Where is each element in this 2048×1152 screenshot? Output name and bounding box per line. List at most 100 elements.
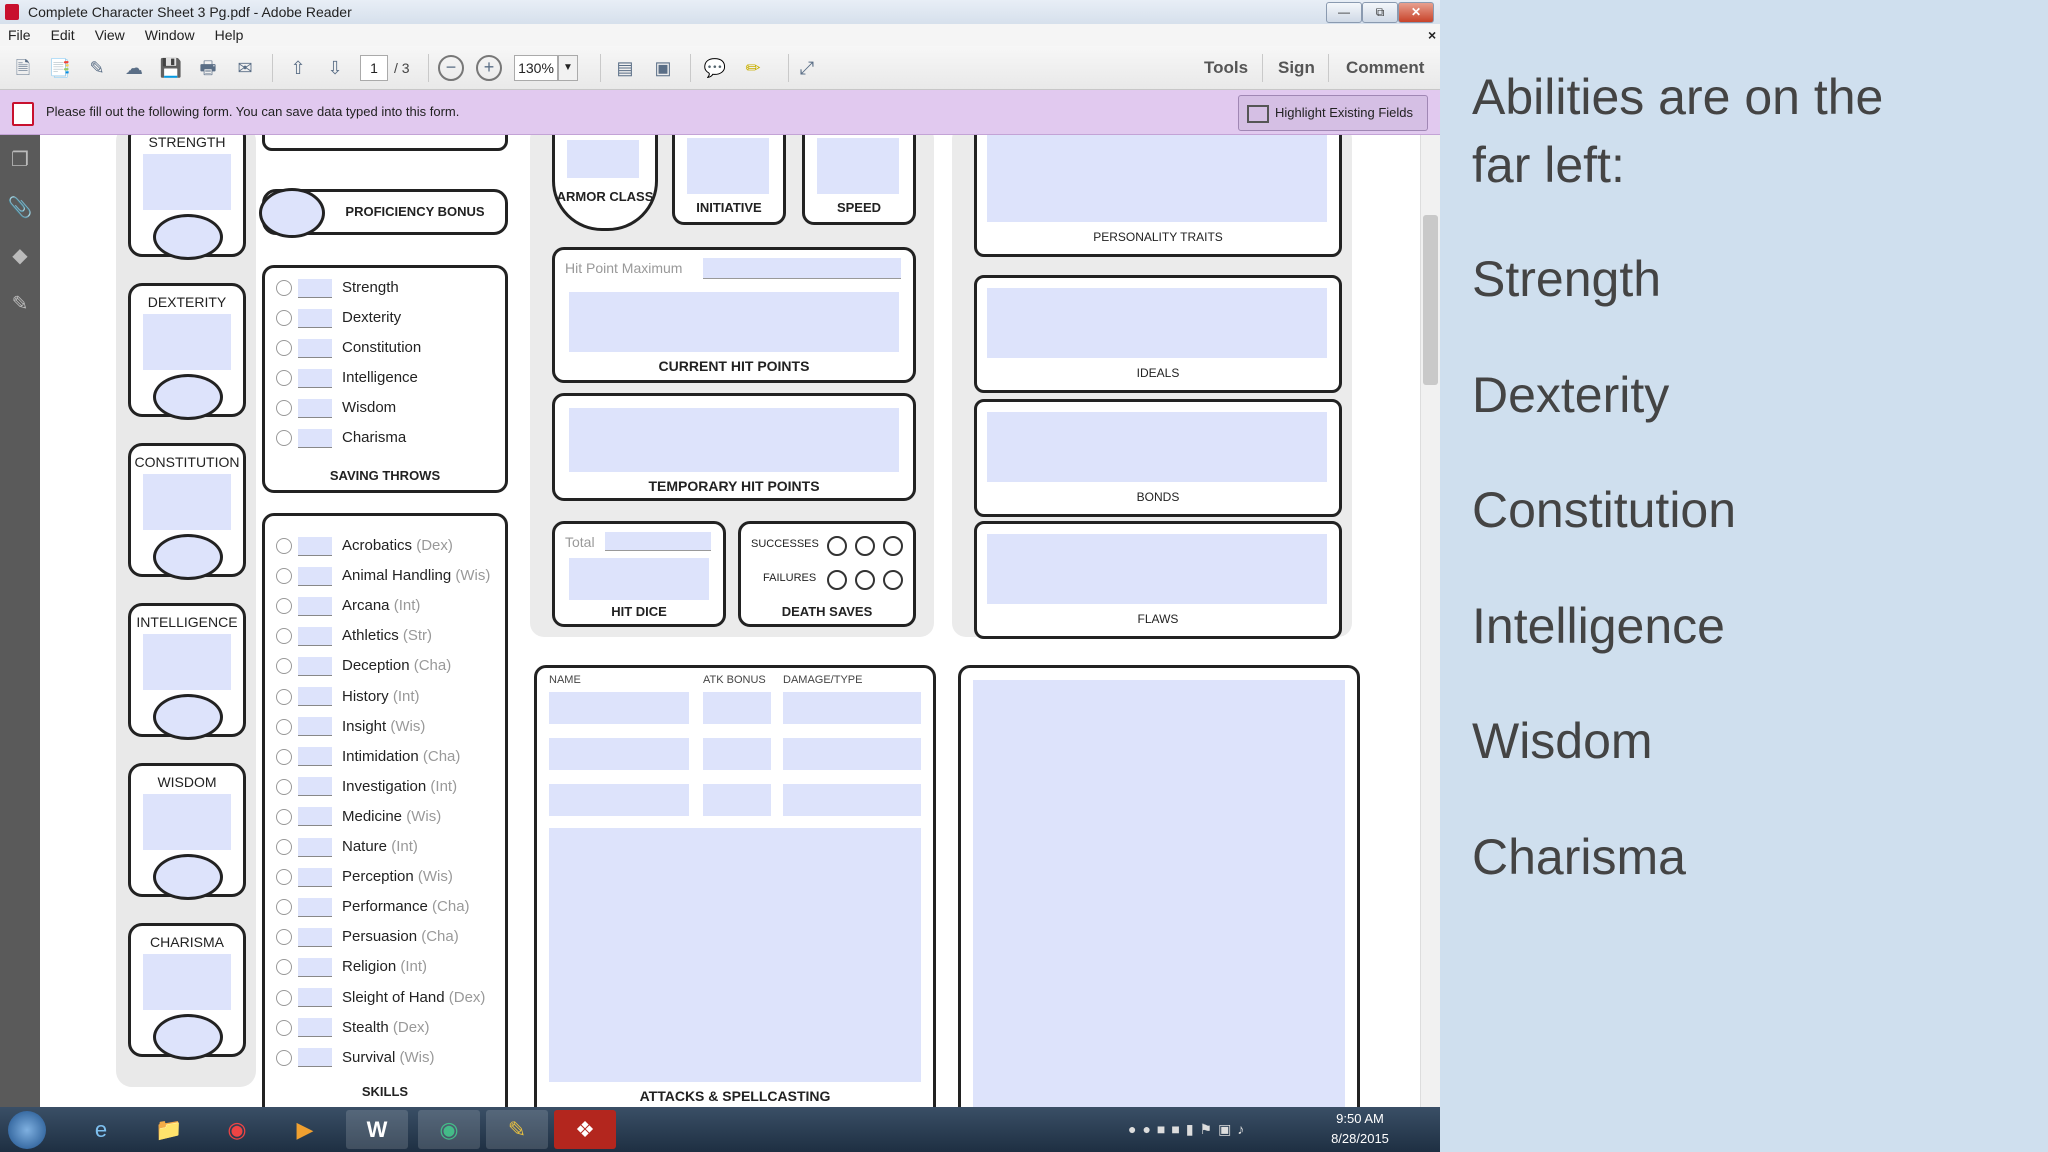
attachments-icon[interactable]: 📎 [7, 195, 33, 221]
skill-value-field[interactable] [298, 626, 332, 646]
email-icon[interactable]: ✉ [232, 55, 258, 81]
saving-throw-charisma[interactable]: Charisma [276, 427, 406, 449]
restore-button[interactable]: ⧉ [1362, 2, 1398, 23]
proficiency-radio[interactable] [276, 370, 292, 387]
skill-value-field[interactable] [298, 988, 332, 1008]
highlight-icon[interactable]: ✏ [740, 55, 766, 81]
skill-nature[interactable]: Nature (Int) [276, 836, 418, 858]
proficiency-radio[interactable] [276, 839, 292, 856]
skill-value-field[interactable] [298, 596, 332, 616]
attack-2-name[interactable] [549, 738, 689, 770]
close-button[interactable]: ✕ [1398, 2, 1434, 23]
sign-button[interactable]: Sign [1278, 58, 1315, 78]
ability-score-field[interactable] [143, 314, 231, 370]
speed-field[interactable] [817, 138, 899, 194]
proficiency-radio[interactable] [276, 1019, 292, 1036]
zoom-level-input[interactable]: 130% [514, 55, 558, 81]
skill-arcana[interactable]: Arcana (Int) [276, 595, 420, 617]
skill-religion[interactable]: Religion (Int) [276, 956, 427, 978]
ability-modifier-field[interactable] [153, 534, 223, 580]
proficiency-radio[interactable] [276, 778, 292, 795]
tools-button[interactable]: Tools [1204, 58, 1248, 78]
trait-field[interactable] [987, 288, 1327, 358]
word-icon[interactable]: W [346, 1110, 408, 1149]
signatures-icon[interactable]: ✎ [7, 291, 33, 317]
ability-modifier-field[interactable] [153, 374, 223, 420]
ability-modifier-field[interactable] [153, 214, 223, 260]
skill-sleight-of-hand[interactable]: Sleight of Hand (Dex) [276, 987, 485, 1009]
next-page-icon[interactable]: ⇩ [322, 55, 348, 81]
proficiency-radio[interactable] [276, 748, 292, 765]
proficiency-radio[interactable] [276, 538, 292, 555]
proficiency-radio[interactable] [276, 899, 292, 916]
chrome-icon[interactable]: ◉ [206, 1110, 268, 1149]
adobe-reader-icon[interactable]: ❖ [554, 1110, 616, 1149]
skill-medicine[interactable]: Medicine (Wis) [276, 806, 441, 828]
proficiency-radio[interactable] [276, 808, 292, 825]
skill-value-field[interactable] [298, 867, 332, 887]
proficiency-radio[interactable] [276, 310, 292, 327]
saving-throw-strength[interactable]: Strength [276, 277, 399, 299]
skill-value-field[interactable] [298, 807, 332, 827]
failures-checks[interactable] [827, 570, 903, 590]
initiative-field[interactable] [687, 138, 769, 194]
proficiency-radio[interactable] [276, 598, 292, 615]
menu-view[interactable]: View [95, 24, 125, 46]
proficiency-radio[interactable] [276, 430, 292, 447]
skill-acrobatics[interactable]: Acrobatics (Dex) [276, 535, 453, 557]
proficiency-radio[interactable] [276, 400, 292, 417]
ability-modifier-field[interactable] [153, 1014, 223, 1060]
attack-1-damage[interactable] [783, 692, 921, 724]
menu-window[interactable]: Window [145, 24, 195, 46]
save-value-field[interactable] [298, 338, 332, 358]
proficiency-radio[interactable] [276, 989, 292, 1006]
saving-throw-constitution[interactable]: Constitution [276, 337, 421, 359]
combine-icon[interactable]: 📑 [47, 55, 73, 81]
proficiency-radio[interactable] [276, 688, 292, 705]
trait-field[interactable] [987, 135, 1327, 222]
zoom-out-icon[interactable]: − [438, 55, 464, 81]
skill-value-field[interactable] [298, 687, 332, 707]
layers-icon[interactable]: ◆ [7, 243, 33, 269]
ability-score-field[interactable] [143, 154, 231, 210]
save-value-field[interactable] [298, 278, 332, 298]
current-hp-field[interactable] [569, 292, 899, 352]
skill-history[interactable]: History (Int) [276, 686, 420, 708]
internet-explorer-icon[interactable]: e [70, 1110, 132, 1149]
skill-value-field[interactable] [298, 717, 332, 737]
menu-edit[interactable]: Edit [51, 24, 75, 46]
proficiency-radio[interactable] [276, 869, 292, 886]
skill-value-field[interactable] [298, 566, 332, 586]
trait-field[interactable] [987, 534, 1327, 604]
vertical-scrollbar[interactable] [1420, 135, 1441, 1107]
skill-investigation[interactable]: Investigation (Int) [276, 776, 457, 798]
chevron-down-icon[interactable]: ▼ [558, 55, 578, 81]
print-icon[interactable]: 🖶 [195, 55, 221, 81]
skill-value-field[interactable] [298, 747, 332, 767]
edit-pdf-icon[interactable]: ✎ [84, 55, 110, 81]
saving-throw-intelligence[interactable]: Intelligence [276, 367, 418, 389]
attack-1-bonus[interactable] [703, 692, 771, 724]
hit-dice-total-field[interactable] [605, 532, 711, 551]
sticky-note-icon[interactable]: 💬 [702, 55, 728, 81]
save-icon[interactable]: 💾 [158, 55, 184, 81]
skill-athletics[interactable]: Athletics (Str) [276, 625, 432, 647]
armor-class-field[interactable] [567, 140, 639, 178]
ability-modifier-field[interactable] [153, 854, 223, 900]
file-explorer-icon[interactable]: 📁 [138, 1110, 200, 1149]
attack-2-damage[interactable] [783, 738, 921, 770]
media-player-icon[interactable]: ▶ [274, 1110, 336, 1149]
comment-button[interactable]: Comment [1346, 58, 1424, 78]
attack-2-bonus[interactable] [703, 738, 771, 770]
skill-survival[interactable]: Survival (Wis) [276, 1047, 435, 1069]
tray-icons[interactable]: ●●■■▮⚑▣♪ [1128, 1121, 1250, 1138]
save-value-field[interactable] [298, 308, 332, 328]
successes-checks[interactable] [827, 536, 903, 556]
highlight-fields-button[interactable]: Highlight Existing Fields [1238, 95, 1428, 131]
hit-dice-field[interactable] [569, 558, 709, 600]
proficiency-radio[interactable] [276, 929, 292, 946]
proficiency-radio[interactable] [276, 628, 292, 645]
equipment-field[interactable] [973, 680, 1345, 1107]
skill-stealth[interactable]: Stealth (Dex) [276, 1017, 430, 1039]
proficiency-bonus-field[interactable] [259, 188, 325, 238]
